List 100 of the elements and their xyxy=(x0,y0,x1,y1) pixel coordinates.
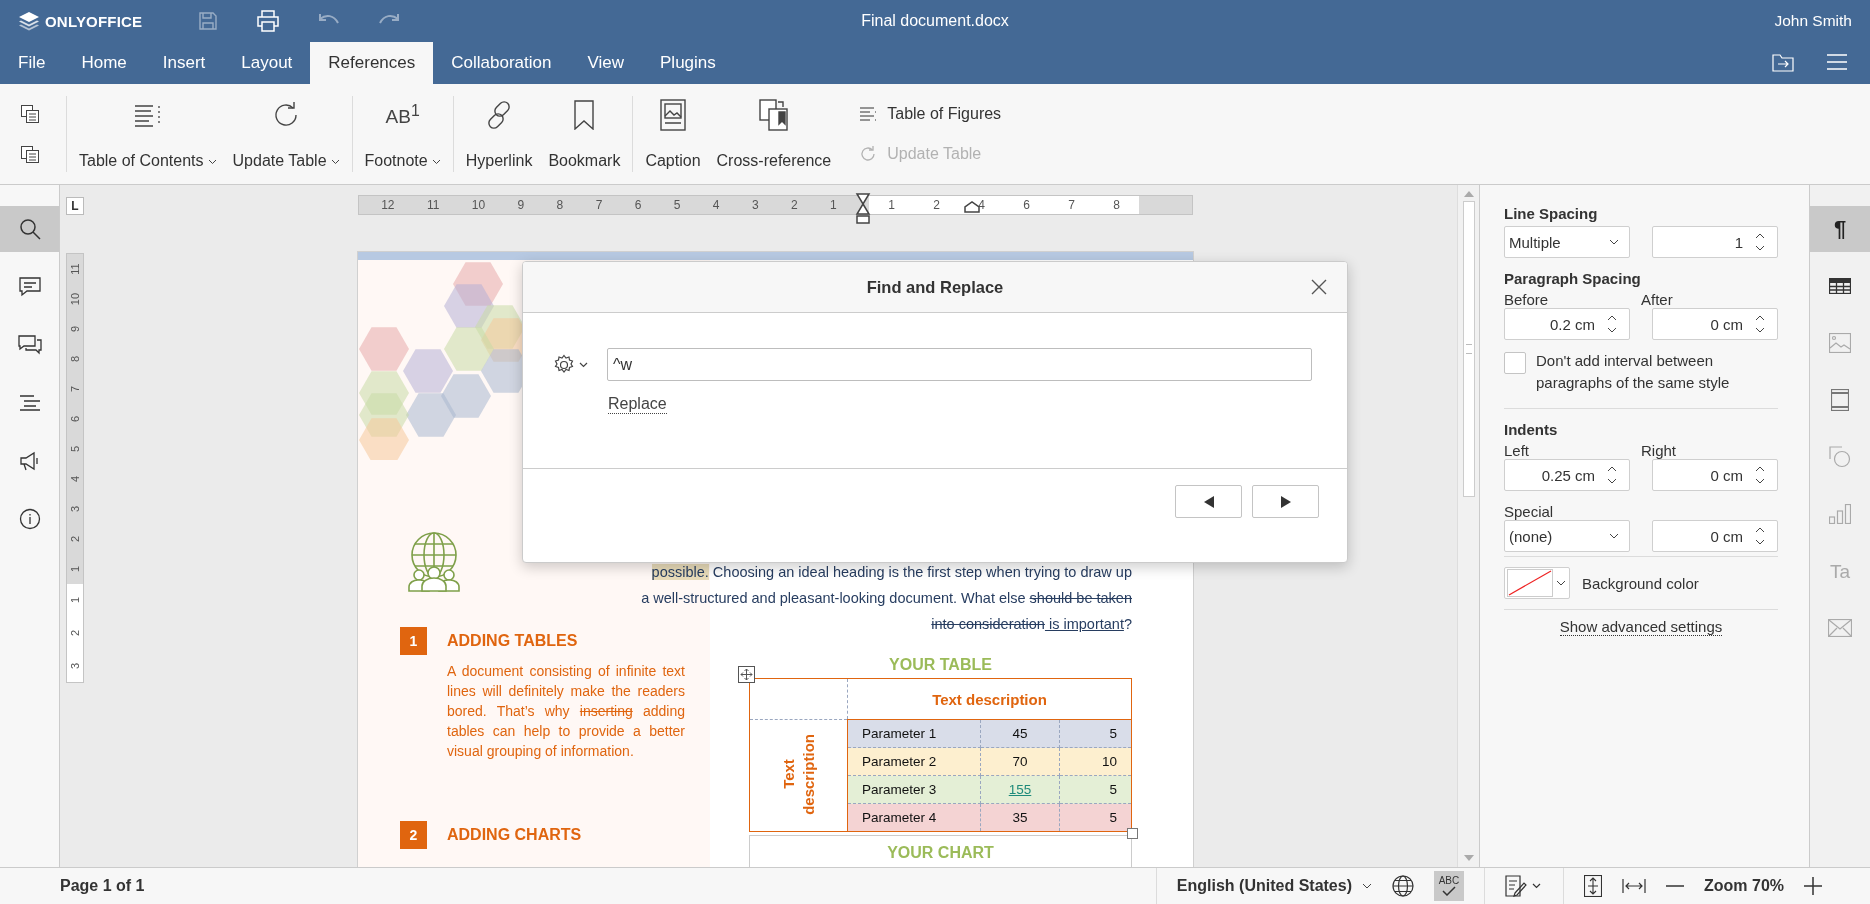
ruler-number: 1 xyxy=(69,597,81,604)
spinner-arrows-icon[interactable] xyxy=(1755,231,1765,253)
indent-marker-icon[interactable] xyxy=(855,193,871,225)
ruler-number: 2 xyxy=(790,198,798,212)
menu-tab[interactable]: File xyxy=(0,42,64,84)
menu-tab[interactable]: View xyxy=(569,42,642,84)
caption-icon xyxy=(660,99,686,131)
ruler-number: 2 xyxy=(933,198,940,212)
paragraph: possible. Choosing an ideal heading is the first step when trying to draw up a well-structured and pleasant-looking document. What else should be taken into consideration is important? xyxy=(640,563,1133,634)
globe-icon[interactable] xyxy=(1392,875,1414,897)
spinner-arrows-icon[interactable] xyxy=(1755,313,1765,335)
spinner-arrows-icon[interactable] xyxy=(1607,313,1617,335)
section-title: Indents xyxy=(1504,421,1559,438)
menu-tab[interactable]: Insert xyxy=(144,42,224,84)
ruler-number: 7 xyxy=(595,198,603,212)
dropdown[interactable]: (none) xyxy=(1504,520,1630,552)
ruler-number: 11 xyxy=(426,198,440,212)
dropdown[interactable]: Multiple xyxy=(1504,226,1630,258)
table-cell: Parameter 3 xyxy=(847,775,981,804)
track-changes-icon[interactable] xyxy=(1505,875,1543,897)
tab-stop-button[interactable]: L xyxy=(66,197,84,215)
move-handle-icon[interactable] xyxy=(738,666,755,683)
table-of-contents-icon xyxy=(132,103,163,127)
paragraph: A document consisting of infinite text lines will definitely make the readers bored. That’s why inserting adding tables can help to provide a better visual grouping of information. xyxy=(447,662,685,761)
ruler-number: 3 xyxy=(69,662,81,669)
table-title: YOUR TABLE xyxy=(888,656,993,675)
paste-icon[interactable] xyxy=(20,144,40,164)
advanced-settings-link[interactable]: Show advanced settings xyxy=(1559,618,1723,636)
number-field[interactable]: 0 cm xyxy=(1652,520,1778,552)
caret-icon xyxy=(1609,239,1619,245)
ruler-number: 9 xyxy=(517,198,525,212)
logo-text: ONLYOFFICE xyxy=(45,12,143,30)
field-label: Left xyxy=(1504,442,1531,459)
section-title: Line Spacing xyxy=(1504,205,1599,222)
number-field[interactable]: 0 cm xyxy=(1652,308,1778,340)
close-icon[interactable] xyxy=(1311,279,1327,295)
menu-tab[interactable]: Home xyxy=(63,42,145,84)
zoom-level: Zoom 70% xyxy=(1704,877,1784,895)
spinner-arrows-icon[interactable] xyxy=(1607,464,1617,486)
ruler-number: 6 xyxy=(69,415,81,423)
caret-icon xyxy=(330,159,340,165)
replace-link[interactable]: Replace xyxy=(608,395,667,414)
menu-tab[interactable]: Layout xyxy=(223,42,311,84)
toolbar-button[interactable]: Table of Figures xyxy=(859,105,1002,123)
toolbar-button[interactable]: Hyperlink xyxy=(459,94,539,174)
search-field[interactable]: ^w xyxy=(607,348,1312,381)
section-title: Paragraph Spacing xyxy=(1504,270,1642,287)
ruler-number: 7 xyxy=(69,385,81,393)
toolbar-button[interactable]: AB$^{1}$ Footnote xyxy=(358,94,447,174)
ruler-number: 5 xyxy=(69,445,81,453)
toolbar-button[interactable]: Caption xyxy=(639,94,707,174)
right-triangle-icon xyxy=(1280,495,1291,508)
logo-icon xyxy=(18,11,40,31)
toolbar-button[interactable]: Cross-reference xyxy=(710,94,838,174)
caret-icon xyxy=(431,159,441,165)
spinner-arrows-icon[interactable] xyxy=(1755,525,1765,547)
menu-tab[interactable]: Plugins xyxy=(642,42,734,84)
ruler-number: 1 xyxy=(888,198,895,212)
section-heading: ADDING TABLES xyxy=(447,632,578,650)
table-cell: Parameter 1 xyxy=(847,719,981,748)
field-label: Special xyxy=(1504,503,1555,520)
table-cell: 70 xyxy=(980,747,1060,776)
paragraph-settings-tab[interactable]: ¶ xyxy=(1810,206,1870,252)
print-button[interactable] xyxy=(256,10,281,32)
indent-marker-icon[interactable] xyxy=(964,201,980,213)
number-field[interactable]: 0 cm xyxy=(1652,459,1778,491)
horizontal-ruler[interactable]: 12 11 10 9 8 7 6 5 4 3 2 1 1 2 4 6 7 8 xyxy=(358,195,1193,215)
background-color-label: Background color xyxy=(1582,574,1699,592)
search-icon[interactable] xyxy=(0,206,59,252)
list-icon xyxy=(859,107,878,121)
folder-arrow-icon[interactable] xyxy=(1772,54,1794,72)
number-field[interactable]: 1 xyxy=(1652,226,1778,258)
check-icon xyxy=(1442,886,1456,896)
menu-tab[interactable]: Collaboration xyxy=(433,42,570,84)
color-picker-button[interactable] xyxy=(1504,567,1570,599)
checkbox[interactable] xyxy=(1504,352,1526,374)
menu-icon[interactable] xyxy=(1826,54,1848,72)
spinner-arrows-icon[interactable] xyxy=(1755,464,1765,486)
ruler-number: 10 xyxy=(471,198,486,212)
toolbar-button[interactable]: Table of Contents xyxy=(73,94,223,174)
fit-page-icon[interactable] xyxy=(1584,875,1602,897)
fit-width-icon[interactable] xyxy=(1622,878,1646,894)
toolbar-button[interactable]: Update Table xyxy=(226,94,346,174)
caret-icon xyxy=(1556,580,1566,586)
menu-tab[interactable]: References xyxy=(310,42,434,84)
previous-button[interactable] xyxy=(1175,485,1242,518)
zoom-in-icon[interactable] xyxy=(1804,877,1822,895)
caret-icon xyxy=(207,159,217,165)
user-name: John Smith xyxy=(1774,12,1852,30)
spell-check-button[interactable]: ABC xyxy=(1434,871,1464,901)
table-cell: 155 xyxy=(980,775,1060,804)
resize-handle[interactable] xyxy=(1127,828,1138,839)
number-field[interactable]: 0.25 cm xyxy=(1504,459,1630,491)
next-button[interactable] xyxy=(1252,485,1319,518)
copy-icon[interactable] xyxy=(20,104,40,124)
vertical-ruler[interactable]: 11 10 9 8 7 6 5 4 3 2 1 1 2 3 xyxy=(66,253,84,683)
toolbar-button[interactable]: Bookmark xyxy=(542,94,627,174)
ruler-number: 3 xyxy=(751,198,759,212)
language-selector[interactable]: English (United States) xyxy=(1176,877,1372,895)
number-field[interactable]: 0.2 cm xyxy=(1504,308,1630,340)
